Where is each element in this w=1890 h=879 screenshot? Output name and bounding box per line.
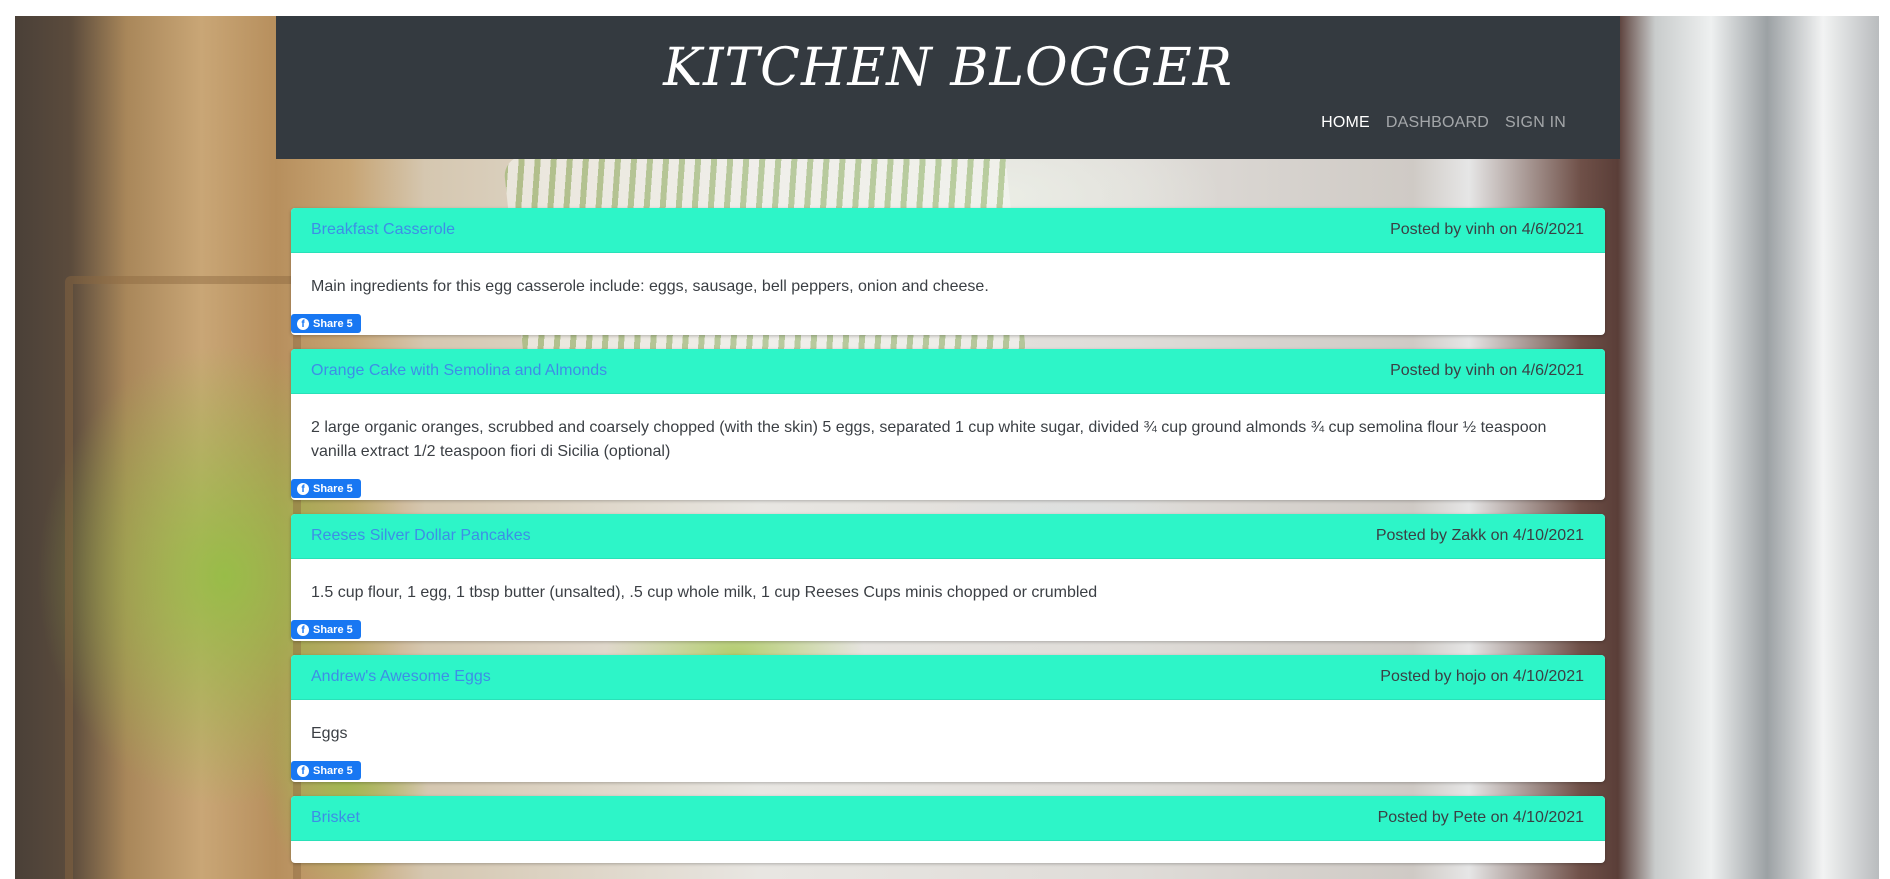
post-header: Breakfast Casserole Posted by vinh on 4/… <box>291 208 1605 253</box>
share-label: Share 5 <box>313 764 353 777</box>
post-body <box>291 841 1605 863</box>
post-footer: f Share 5 <box>291 746 1605 782</box>
post-meta: Posted by hojo on 4/10/2021 <box>1380 668 1584 685</box>
post-footer: f Share 5 <box>291 299 1605 335</box>
post-title-link[interactable]: Breakfast Casserole <box>311 221 455 239</box>
nav-sign-in-link[interactable]: SIGN IN <box>1505 114 1566 132</box>
post-body: Main ingredients for this egg casserole … <box>311 278 989 295</box>
post-body: Eggs <box>311 725 348 742</box>
post-footer: f Share 5 <box>291 464 1605 500</box>
post-meta: Posted by vinh on 4/6/2021 <box>1390 221 1584 238</box>
site-title: KITCHEN BLOGGER <box>663 38 1233 98</box>
post-header: Reeses Silver Dollar Pancakes Posted by … <box>291 514 1605 559</box>
facebook-icon: f <box>297 317 309 330</box>
share-label: Share 5 <box>313 317 353 330</box>
post-meta: Posted by Pete on 4/10/2021 <box>1377 809 1584 826</box>
post-title-link[interactable]: Orange Cake with Semolina and Almonds <box>311 362 607 380</box>
facebook-share-button[interactable]: f Share 5 <box>291 479 361 498</box>
nav-dashboard-link[interactable]: DASHBOARD <box>1386 114 1489 132</box>
post-card: Orange Cake with Semolina and Almonds Po… <box>291 349 1605 500</box>
post-body: 2 large organic oranges, scrubbed and co… <box>311 419 1547 460</box>
post-card: Andrew's Awesome Eggs Posted by hojo on … <box>291 655 1605 782</box>
facebook-icon: f <box>297 482 309 495</box>
post-title-link[interactable]: Brisket <box>311 809 360 827</box>
post-title-link[interactable]: Reeses Silver Dollar Pancakes <box>311 527 531 545</box>
post-header: Brisket Posted by Pete on 4/10/2021 <box>291 796 1605 841</box>
nav-home-link[interactable]: HOME <box>1321 114 1370 132</box>
facebook-icon: f <box>297 623 309 636</box>
post-card: Reeses Silver Dollar Pancakes Posted by … <box>291 514 1605 641</box>
facebook-share-button[interactable]: f Share 5 <box>291 620 361 639</box>
site-header: KITCHEN BLOGGER HOME DASHBOARD SIGN IN <box>276 16 1620 159</box>
post-header: Orange Cake with Semolina and Almonds Po… <box>291 349 1605 394</box>
facebook-share-button[interactable]: f Share 5 <box>291 314 361 333</box>
post-title-link[interactable]: Andrew's Awesome Eggs <box>311 668 491 686</box>
background-cutting-board <box>65 276 301 879</box>
share-label: Share 5 <box>313 482 353 495</box>
post-body: 1.5 cup flour, 1 egg, 1 tbsp butter (uns… <box>311 584 1098 601</box>
post-meta: Posted by Zakk on 4/10/2021 <box>1375 527 1584 544</box>
post-card: Brisket Posted by Pete on 4/10/2021 <box>291 796 1605 863</box>
facebook-icon: f <box>297 764 309 777</box>
post-card: Breakfast Casserole Posted by vinh on 4/… <box>291 208 1605 335</box>
facebook-share-button[interactable]: f Share 5 <box>291 761 361 780</box>
post-header: Andrew's Awesome Eggs Posted by hojo on … <box>291 655 1605 700</box>
post-meta: Posted by vinh on 4/6/2021 <box>1390 362 1584 379</box>
post-footer: f Share 5 <box>291 605 1605 641</box>
share-label: Share 5 <box>313 623 353 636</box>
main-nav: HOME DASHBOARD SIGN IN <box>1321 114 1566 132</box>
post-list: Breakfast Casserole Posted by vinh on 4/… <box>291 208 1605 877</box>
